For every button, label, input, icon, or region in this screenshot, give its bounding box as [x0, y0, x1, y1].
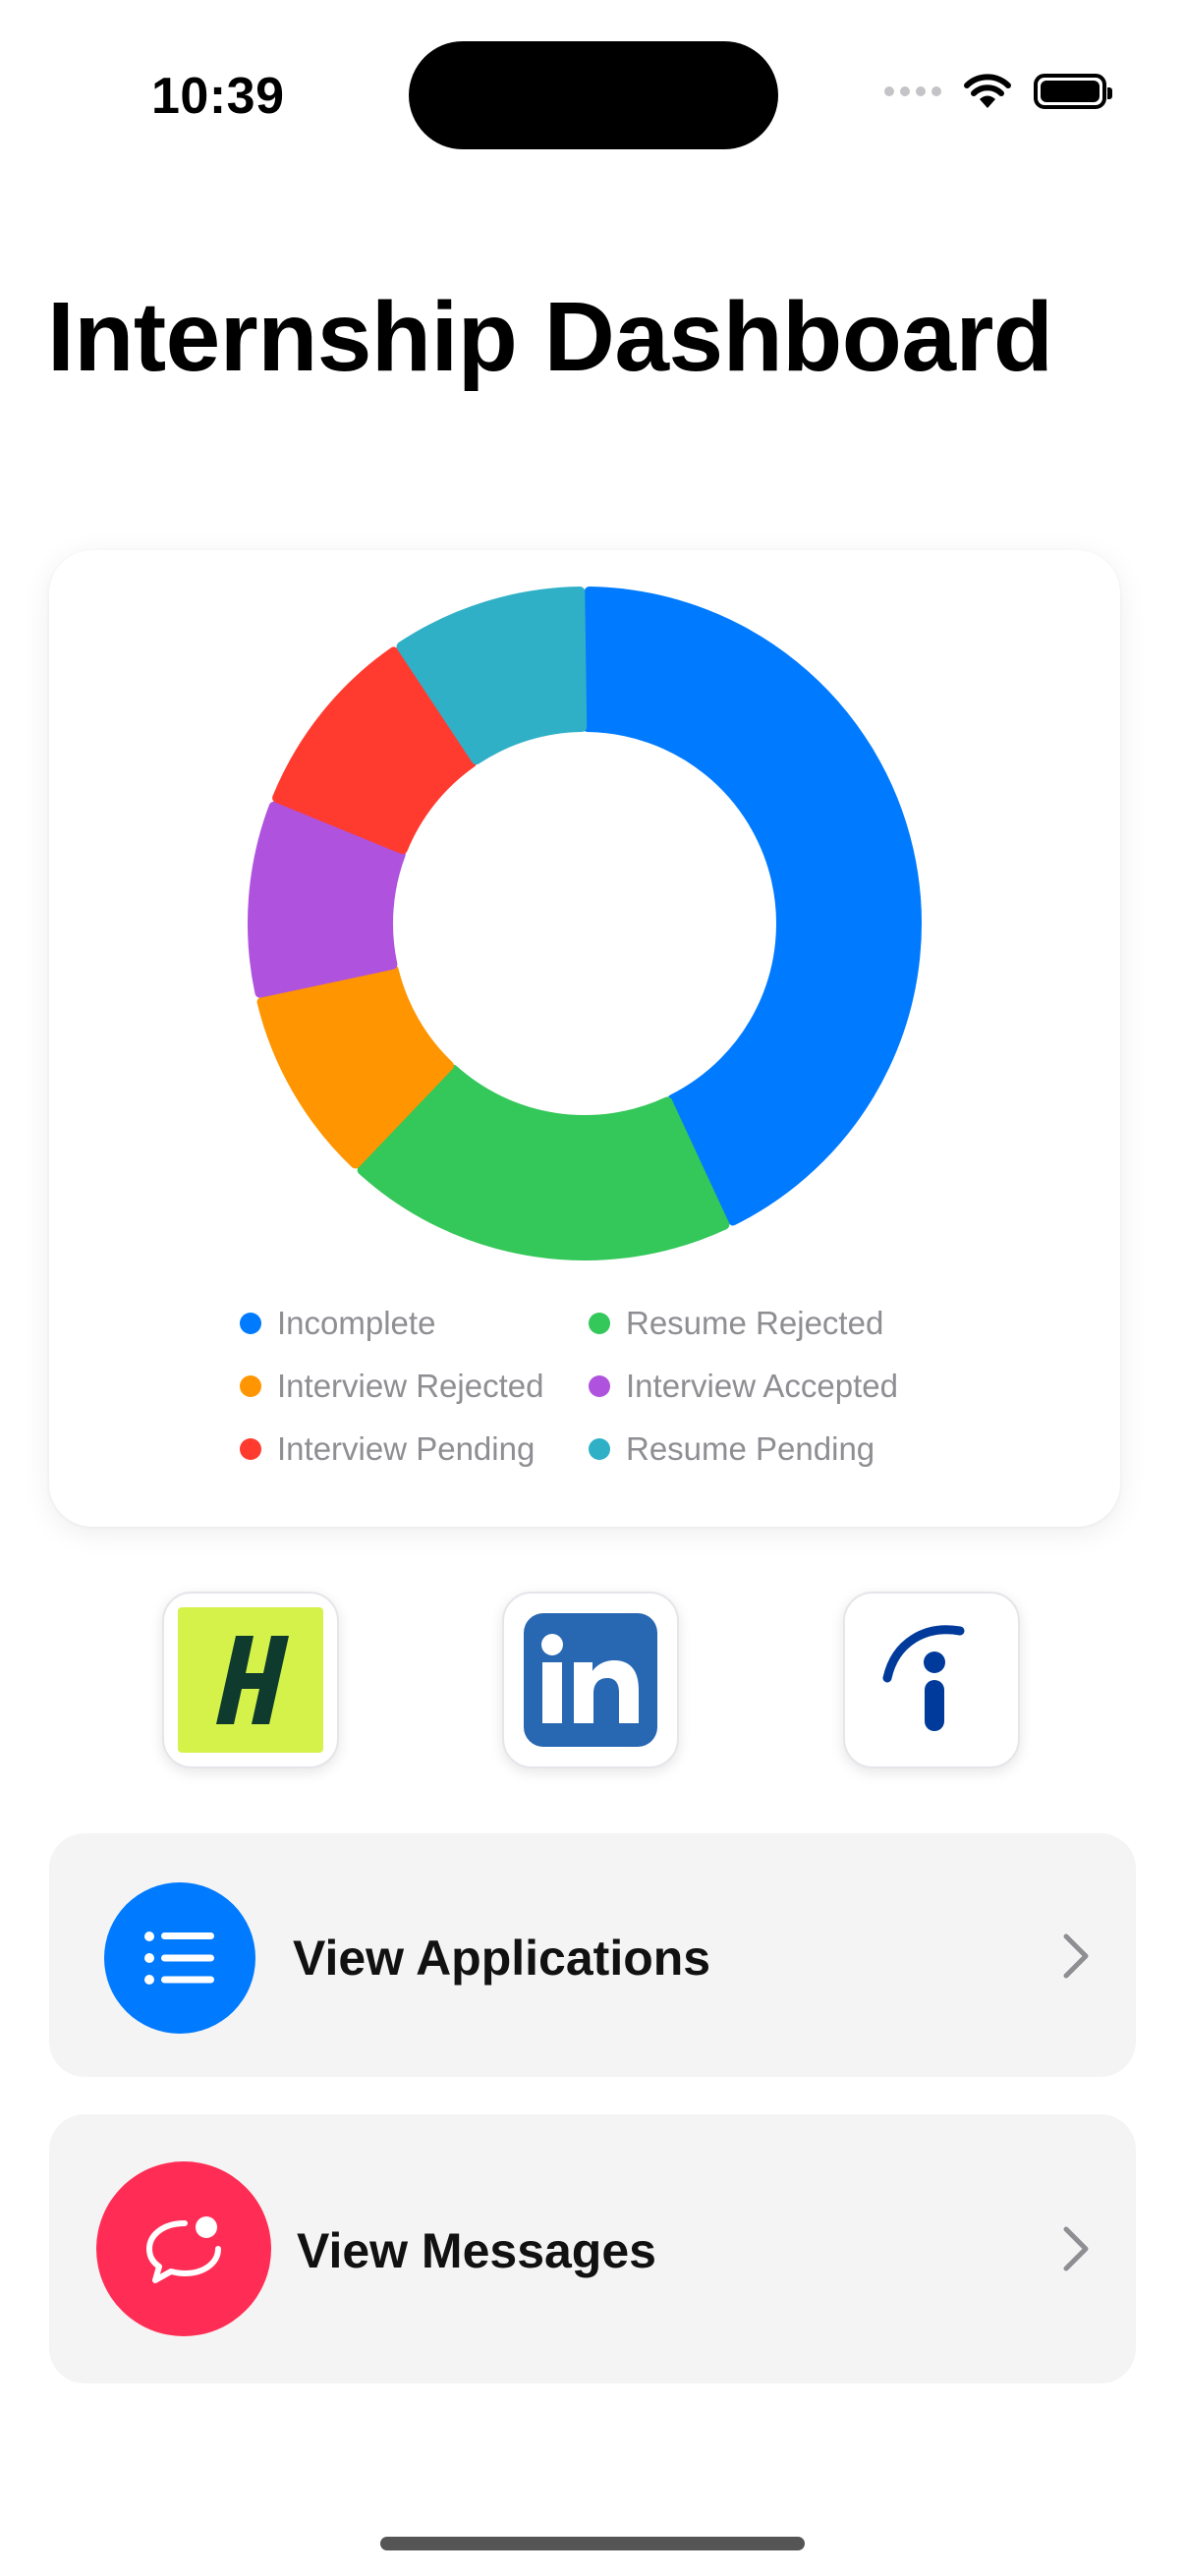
status-time: 10:39 [151, 68, 285, 125]
list-icon [104, 1882, 255, 2034]
chat-bubble-icon [96, 2161, 271, 2336]
linkedin-app-tile[interactable] [502, 1592, 679, 1768]
donut-chart [248, 587, 922, 1260]
view-applications-button[interactable]: View Applications [49, 1833, 1136, 2077]
status-chart-card: Incomplete Resume Rejected Interview Rejec… [49, 550, 1120, 1527]
battery-icon [1034, 74, 1112, 109]
legend-label: Interview Rejected [277, 1368, 544, 1404]
view-messages-label: View Messages [297, 2223, 656, 2278]
chart-legend: Incomplete Resume Rejected Interview Rejec… [240, 1305, 947, 1467]
legend-dot [589, 1438, 610, 1460]
legend-item: Interview Accepted [589, 1368, 947, 1404]
view-messages-button[interactable]: View Messages [49, 2114, 1136, 2383]
legend-dot [589, 1313, 610, 1334]
indeed-icon [882, 1625, 965, 1731]
home-indicator [380, 2537, 805, 2550]
handshake-icon [178, 1607, 323, 1753]
legend-dot [240, 1438, 261, 1460]
wifi-icon [964, 74, 1011, 108]
chevron-right-icon [1063, 1933, 1089, 1979]
view-applications-label: View Applications [293, 1931, 711, 1986]
dynamic-island [409, 41, 778, 149]
legend-dot [589, 1375, 610, 1397]
page-title: Internship Dashboard [47, 282, 1053, 392]
legend-item: Incomplete [240, 1305, 589, 1341]
legend-dot [240, 1313, 261, 1334]
legend-label: Interview Pending [277, 1430, 536, 1467]
status-icons [884, 73, 1112, 110]
legend-item: Interview Rejected [240, 1368, 589, 1404]
legend-item: Resume Rejected [589, 1305, 947, 1341]
legend-item: Interview Pending [240, 1430, 589, 1467]
legend-label: Incomplete [277, 1305, 436, 1341]
indeed-app-tile[interactable] [843, 1592, 1020, 1768]
handshake-app-tile[interactable] [162, 1592, 339, 1768]
legend-label: Resume Rejected [626, 1305, 884, 1341]
chevron-right-icon [1063, 2226, 1089, 2271]
cellular-signal-icon [884, 86, 941, 96]
legend-dot [240, 1375, 261, 1397]
legend-label: Interview Accepted [626, 1368, 898, 1404]
linkedin-icon [524, 1613, 657, 1747]
legend-label: Resume Pending [626, 1430, 875, 1467]
legend-item: Resume Pending [589, 1430, 947, 1467]
